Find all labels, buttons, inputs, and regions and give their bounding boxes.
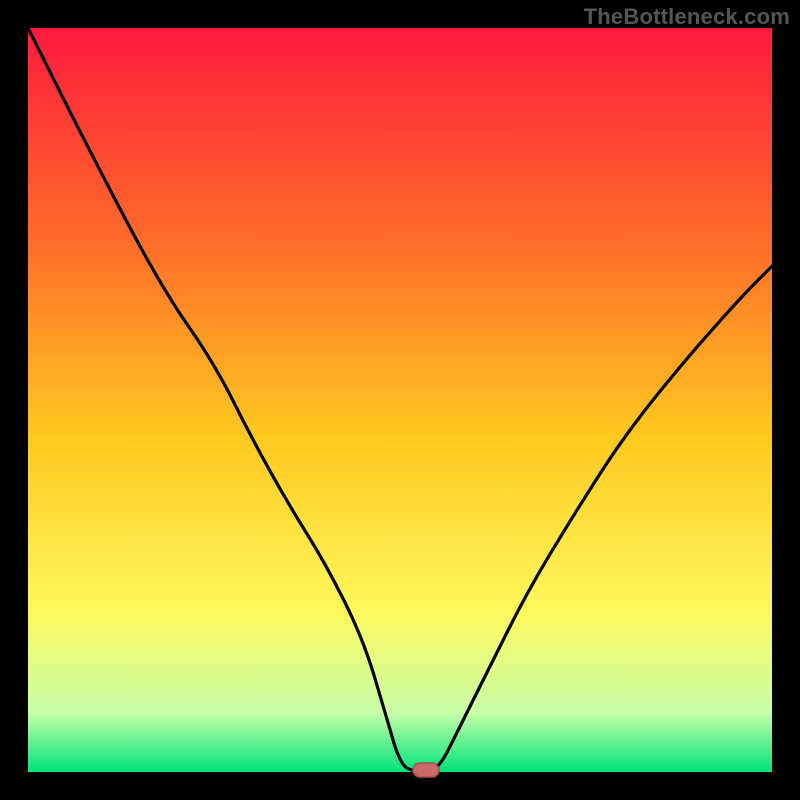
gradient-background bbox=[28, 28, 772, 772]
optimal-marker bbox=[413, 763, 439, 777]
bottleneck-chart bbox=[0, 0, 800, 800]
chart-frame: { "watermark": "TheBottleneck.com", "col… bbox=[0, 0, 800, 800]
watermark-text: TheBottleneck.com bbox=[584, 4, 790, 30]
